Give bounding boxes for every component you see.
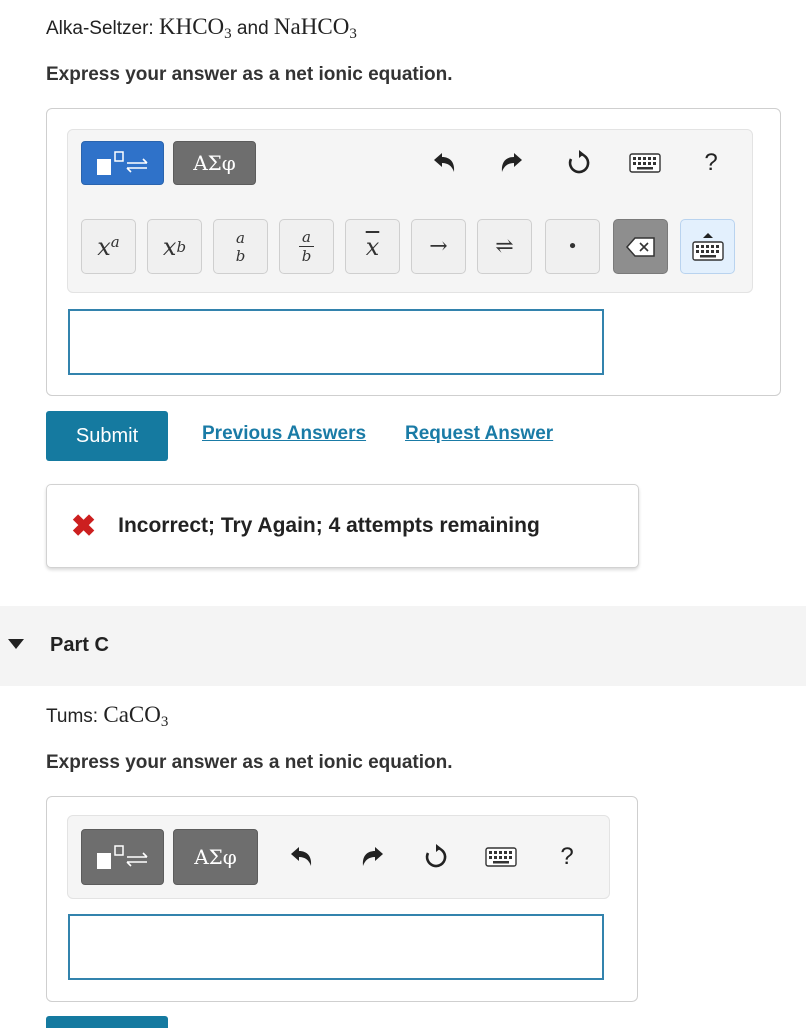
previous-answers-link[interactable]: Previous Answers xyxy=(202,423,366,445)
keyboard-toggle-icon xyxy=(691,232,724,261)
redo-icon[interactable] xyxy=(357,842,387,872)
incorrect-x-icon: ✖ xyxy=(71,509,97,543)
keyboard-shortcuts-icon[interactable] xyxy=(628,150,662,176)
part-b-instruction: Express your answer as a net ionic equat… xyxy=(46,64,453,85)
help-icon[interactable]: ? xyxy=(698,148,724,178)
part-b-prompt: Alka-Seltzer: KHCO3 and NaHCO3 xyxy=(46,14,357,43)
part-c-answer-input[interactable] xyxy=(68,914,604,980)
fraction-key[interactable]: ab xyxy=(213,219,268,274)
backspace-icon xyxy=(625,236,655,257)
templates-mode-button[interactable] xyxy=(81,829,164,885)
collapse-triangle-icon[interactable] xyxy=(8,639,24,649)
chem-formula-caco3: CaCO3 xyxy=(103,702,169,730)
chem-formula-khco3: KHCO3 xyxy=(158,14,232,42)
redo-icon[interactable] xyxy=(496,148,526,178)
toggle-keyboard-key[interactable] xyxy=(680,219,735,274)
subscript-key[interactable]: xb xyxy=(147,219,202,274)
templates-icon xyxy=(96,845,148,869)
submit-button[interactable]: Submit xyxy=(46,411,168,461)
greek-symbols-button[interactable]: ΑΣφ xyxy=(173,141,256,185)
feedback-message: Incorrect; Try Again; 4 attempts remaini… xyxy=(118,514,540,537)
templates-icon xyxy=(96,151,148,175)
feedback-incorrect: ✖ Incorrect; Try Again; 4 attempts remai… xyxy=(46,484,639,568)
part-c-answer-editor: ΑΣφ ? xyxy=(46,796,638,1002)
part-b-answer-input[interactable] xyxy=(68,309,604,375)
chem-formula-nahco3: NaHCO3 xyxy=(273,14,357,42)
reset-icon[interactable] xyxy=(421,842,451,872)
equilibrium-arrow-key[interactable]: ⇌ xyxy=(477,219,532,274)
backspace-key[interactable] xyxy=(613,219,668,274)
prompt-label: Tums: xyxy=(46,706,104,727)
greek-symbols-button[interactable]: ΑΣφ xyxy=(173,829,258,885)
part-c-instruction: Express your answer as a net ionic equat… xyxy=(46,752,453,773)
math-toolbar-part-c: ΑΣφ ? xyxy=(67,815,610,899)
part-c-prompt: Tums: CaCO3 xyxy=(46,702,168,731)
undo-icon[interactable] xyxy=(430,148,460,178)
part-b-answer-editor: ΑΣφ ? xa xb ab ab x → ⇌ • xyxy=(46,108,781,396)
reset-icon[interactable] xyxy=(564,148,594,178)
part-c-header[interactable]: Part C xyxy=(0,606,806,686)
request-answer-link[interactable]: Request Answer xyxy=(405,423,553,445)
help-icon[interactable]: ? xyxy=(554,842,580,872)
templates-mode-button[interactable] xyxy=(81,141,164,185)
part-c-submit-button-partial[interactable] xyxy=(46,1016,168,1028)
math-toolbar: ΑΣφ ? xa xb ab ab x → ⇌ • xyxy=(67,129,753,293)
reaction-arrow-key[interactable]: → xyxy=(411,219,466,274)
overline-key[interactable]: x xyxy=(345,219,400,274)
prompt-conjunction: and xyxy=(231,18,274,39)
part-c-title: Part C xyxy=(50,634,109,656)
superscript-key[interactable]: xa xyxy=(81,219,136,274)
fraction-bar-key[interactable]: ab xyxy=(279,219,334,274)
undo-icon[interactable] xyxy=(287,842,317,872)
prompt-label: Alka-Seltzer: xyxy=(46,18,159,39)
keyboard-shortcuts-icon[interactable] xyxy=(484,844,518,870)
dot-key[interactable]: • xyxy=(545,219,600,274)
